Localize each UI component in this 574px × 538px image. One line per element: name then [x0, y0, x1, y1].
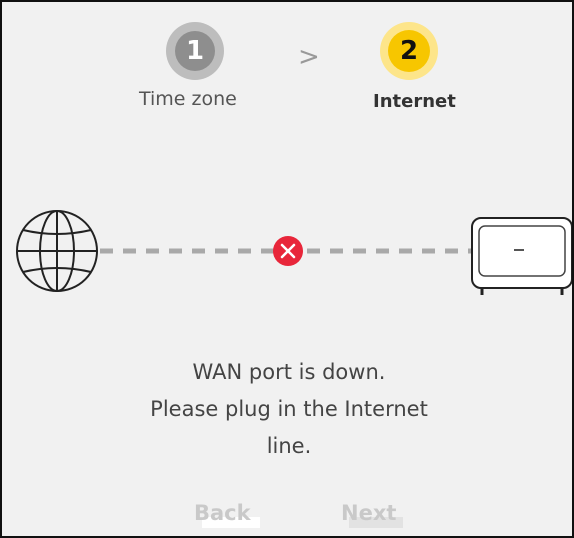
step-separator: > — [298, 42, 320, 72]
wizard-stepper: 1 Time zone > 2 Internet — [2, 2, 572, 122]
back-button[interactable]: Back — [194, 498, 251, 528]
status-message-line-2: Please plug in the Internet — [150, 397, 428, 421]
step-2-number: 2 — [399, 36, 419, 66]
status-message-line-3: line. — [266, 434, 312, 458]
status-message-line-1: WAN port is down. — [192, 360, 386, 384]
step-2-indicator: 2 — [380, 22, 438, 80]
next-button[interactable]: Next — [341, 498, 396, 528]
setup-wizard-panel: 1 Time zone > 2 Internet WAN port is dow… — [0, 0, 574, 538]
step-1-label: Time zone — [139, 88, 237, 110]
status-message: WAN port is down. Please plug in the Int… — [82, 354, 496, 465]
step-2-label: Internet — [373, 91, 456, 112]
step-1-number: 1 — [185, 36, 205, 66]
globe-icon — [16, 210, 98, 292]
connection-diagram — [2, 202, 572, 312]
error-x-icon — [273, 236, 303, 266]
step-1-indicator: 1 — [166, 22, 224, 80]
router-icon — [471, 217, 572, 295]
